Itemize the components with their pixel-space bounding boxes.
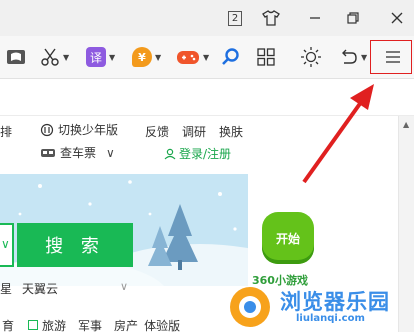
toolbar: ▼ 译 ▼ ¥ ▼ ▼ ▼ xyxy=(0,36,414,79)
close-button[interactable] xyxy=(384,6,410,30)
change-skin-link[interactable]: 换肤 xyxy=(219,123,243,140)
train-ticket-link[interactable]: 查车票 ∨ xyxy=(40,144,115,161)
grid-icon xyxy=(257,48,275,66)
nav-item[interactable]: 体验版 xyxy=(144,317,180,334)
close-icon xyxy=(391,12,403,24)
start-game-button[interactable]: 开始 xyxy=(262,212,314,264)
travel-icon xyxy=(28,320,39,330)
chevron-down-icon: ▼ xyxy=(361,52,368,62)
translate-button[interactable]: 译 ▼ xyxy=(86,44,115,70)
search-button[interactable]: 搜 索 xyxy=(17,223,133,267)
restore-button[interactable] xyxy=(340,6,366,30)
page-link-partial[interactable]: 排 xyxy=(0,123,12,140)
minimize-button[interactable] xyxy=(302,6,328,30)
feedback-link[interactable]: 反馈 xyxy=(145,123,169,140)
search-suggestion[interactable]: 星 xyxy=(0,280,12,297)
minimize-icon xyxy=(310,17,320,19)
bottom-nav: 育 旅游 军事 房产 体验版 xyxy=(0,317,260,334)
scissors-icon xyxy=(41,48,59,66)
apps-button[interactable] xyxy=(256,44,276,70)
search-icon xyxy=(222,48,239,65)
search-input[interactable]: ∨ xyxy=(0,223,14,267)
watermark-text: 浏览器乐园 xyxy=(280,290,390,314)
train-icon xyxy=(41,148,55,157)
games-button[interactable]: ▼ xyxy=(176,44,209,70)
chevron-down-icon: ∨ xyxy=(1,237,10,251)
undo-button[interactable]: ▼ xyxy=(338,44,367,70)
shopping-button[interactable]: ¥ ▼ xyxy=(132,44,161,70)
red-annotation-arrow xyxy=(302,84,374,184)
skin-button[interactable] xyxy=(258,6,284,30)
youth-version-label: 切换少年版 xyxy=(58,123,119,137)
login-link[interactable]: 登录/注册 xyxy=(164,145,231,162)
reading-mode-button[interactable] xyxy=(6,44,26,70)
book-icon xyxy=(7,50,25,64)
menu-highlight-box xyxy=(370,40,412,74)
title-bar: 2 xyxy=(0,0,414,36)
login-label: 登录/注册 xyxy=(179,147,232,161)
chevron-down-icon: ∨ xyxy=(106,145,115,160)
gamepad-icon xyxy=(177,51,199,64)
vertical-scrollbar[interactable]: ▲ xyxy=(398,116,414,332)
watermark-domain: liulanqi.com xyxy=(296,313,365,324)
screenshot-button[interactable]: ▼ xyxy=(40,44,69,70)
train-ticket-label: 查车票 xyxy=(60,146,97,160)
scroll-up-icon[interactable]: ▲ xyxy=(403,120,409,129)
restore-icon xyxy=(347,12,359,24)
shirt-icon xyxy=(262,10,280,26)
switch-icon xyxy=(40,123,54,136)
chevron-down-icon: ▼ xyxy=(109,52,116,62)
tab-count-button[interactable]: 2 xyxy=(222,6,248,30)
watermark-logo-icon xyxy=(230,287,270,327)
youth-version-link[interactable]: 切换少年版 xyxy=(40,121,118,138)
chevron-down-icon: ▼ xyxy=(203,52,210,62)
chevron-down-icon: ▼ xyxy=(155,52,162,62)
sun-icon xyxy=(301,47,321,67)
search-tool-button[interactable] xyxy=(220,44,240,70)
user-icon xyxy=(164,148,176,159)
nav-item[interactable]: 军事 xyxy=(78,317,102,334)
brightness-button[interactable] xyxy=(300,44,322,70)
tab-count-badge: 2 xyxy=(228,10,242,26)
translate-icon: 译 xyxy=(86,47,106,67)
nav-item[interactable]: 育 xyxy=(2,317,14,334)
chevron-down-icon: ▼ xyxy=(63,52,70,62)
undo-icon xyxy=(342,49,357,64)
chevron-down-icon[interactable]: ∨ xyxy=(120,280,128,293)
survey-link[interactable]: 调研 xyxy=(182,123,206,140)
nav-item[interactable]: 旅游 xyxy=(42,317,66,334)
shield-yuan-icon: ¥ xyxy=(132,47,152,67)
search-suggestion[interactable]: 天翼云 xyxy=(22,280,58,297)
nav-item[interactable]: 房产 xyxy=(114,317,138,334)
